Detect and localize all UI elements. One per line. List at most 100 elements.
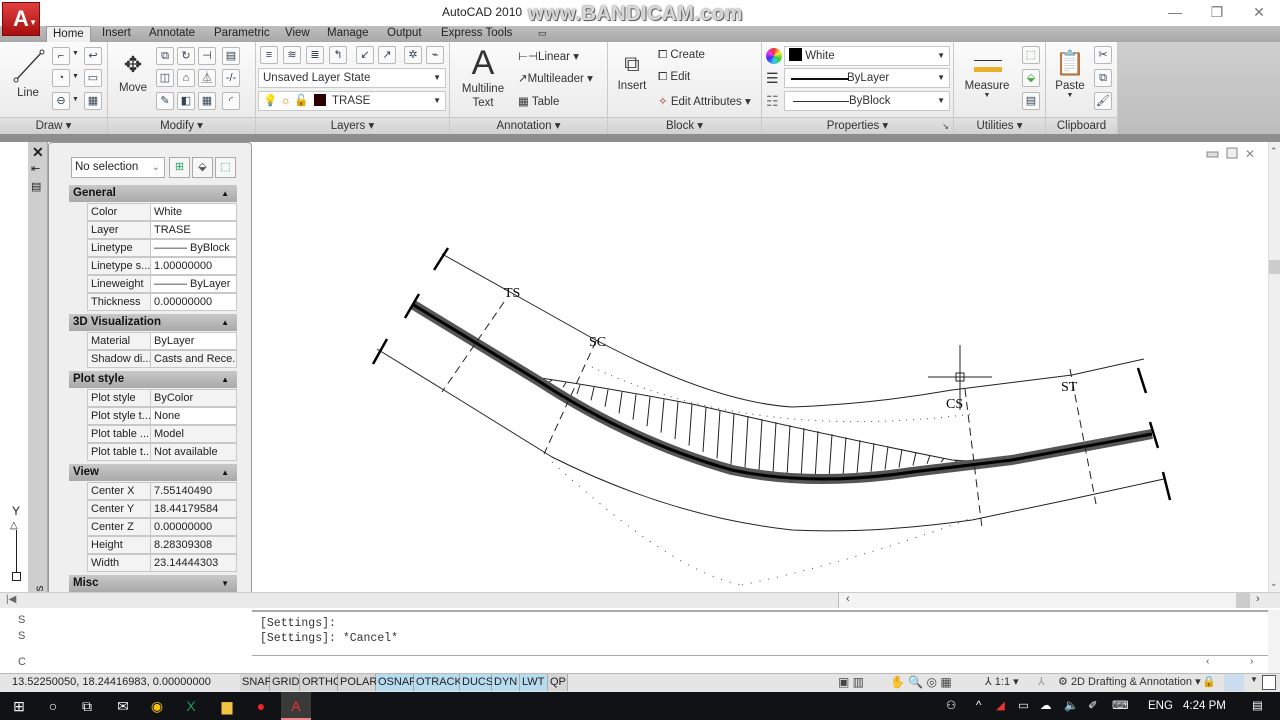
property-row[interactable]: Plot style t... None: [87, 407, 237, 425]
horizontal-scrollbar[interactable]: |◀ ‹ ›: [0, 592, 1280, 608]
move-button[interactable]: ✥ Move: [114, 48, 152, 94]
tab-annotate[interactable]: Annotate: [143, 26, 201, 42]
navigation-icons[interactable]: ✋ 🔍 ◎ ▦: [890, 675, 952, 689]
application-menu-button[interactable]: A ▼: [2, 2, 40, 36]
property-value[interactable]: ByColor: [151, 389, 237, 407]
chevron-down-icon[interactable]: ▼: [72, 96, 79, 103]
match-brush-icon[interactable]: 🖌: [1094, 92, 1112, 110]
property-value[interactable]: Model: [151, 425, 237, 443]
property-row[interactable]: Height 8.28309308: [87, 536, 237, 554]
tab-insert[interactable]: Insert: [96, 26, 137, 42]
property-row[interactable]: Width 23.14444303: [87, 554, 237, 572]
block-panel-title[interactable]: Block ▾: [608, 117, 761, 134]
drawing-canvas[interactable]: TS SC CS ST ✕: [252, 142, 1268, 592]
language-indicator[interactable]: ENG: [1148, 692, 1173, 720]
draw-panel-title[interactable]: Draw ▾: [0, 117, 107, 134]
action-center-icon[interactable]: ▤: [1252, 692, 1263, 720]
tab-express-tools[interactable]: Express Tools: [435, 26, 518, 42]
table-button[interactable]: ▦ Table: [518, 94, 559, 108]
hardware-acceleration-icon[interactable]: [1224, 674, 1244, 691]
mirror-icon[interactable]: ⏅: [198, 69, 216, 87]
network-icon[interactable]: ◢: [996, 692, 1005, 720]
multiline-text-button[interactable]: A Multiline Text: [458, 44, 508, 110]
polyline-icon[interactable]: ⌐: [52, 47, 70, 65]
tab-view[interactable]: View: [279, 26, 316, 42]
trim-icon[interactable]: ⊣: [198, 47, 216, 65]
layers-panel-title[interactable]: Layers ▾: [256, 117, 449, 134]
clean-screen-icon[interactable]: [1262, 675, 1276, 690]
edit-attributes-button[interactable]: ✧ Edit Attributes ▾: [658, 94, 751, 108]
linear-dimension-button[interactable]: ⊢⊣Linear ▾: [518, 49, 579, 63]
model-layout-icons[interactable]: ▣ ▥: [838, 675, 864, 689]
property-value[interactable]: Not available: [151, 443, 237, 461]
utilities-panel-title[interactable]: Utilities ▾: [954, 117, 1045, 134]
tab-home[interactable]: Home: [46, 26, 91, 42]
close-button[interactable]: ✕: [1244, 4, 1274, 21]
property-row[interactable]: Material ByLayer: [87, 332, 237, 350]
edit-block-button[interactable]: ⧠ Edit: [658, 71, 690, 84]
rotate-icon[interactable]: ↻: [177, 47, 195, 65]
search-icon[interactable]: ○: [38, 692, 68, 720]
property-value[interactable]: 8.28309308: [151, 536, 237, 554]
erase-icon[interactable]: ▤: [222, 47, 240, 65]
property-row[interactable]: Layer TRASE: [87, 221, 237, 239]
ellipse-icon[interactable]: ⊖: [52, 92, 70, 110]
toggle-lwt[interactable]: LWT: [520, 674, 548, 691]
3d-copy-icon[interactable]: ◧: [177, 92, 195, 110]
autocad-taskbar-icon[interactable]: A: [281, 692, 311, 720]
property-row[interactable]: Linetype s... 1.00000000: [87, 257, 237, 275]
file-explorer-icon[interactable]: ▆: [212, 692, 242, 720]
array-icon[interactable]: ▦: [198, 92, 216, 110]
layer-change-icon[interactable]: ↰: [329, 46, 347, 64]
copy-icon[interactable]: ⧉: [156, 47, 174, 65]
keyboard-icon[interactable]: ⌨: [1112, 692, 1129, 720]
multileader-button[interactable]: ↗Multileader ▾: [518, 71, 593, 85]
property-row[interactable]: Lineweight ——— ByLayer: [87, 275, 237, 293]
tray-chevron-icon[interactable]: ^: [976, 692, 981, 720]
property-value[interactable]: 1.00000000: [151, 257, 237, 275]
section-3d-visualization[interactable]: 3D Visualization ▲: [69, 314, 237, 331]
section-general[interactable]: General ▲: [69, 185, 237, 202]
modify-panel-title[interactable]: Modify ▾: [108, 117, 255, 134]
people-icon[interactable]: ⚇: [946, 692, 956, 720]
onedrive-icon[interactable]: ☁: [1040, 692, 1052, 720]
property-row[interactable]: Center Z 0.00000000: [87, 518, 237, 536]
match-properties-icon[interactable]: ✎: [156, 92, 174, 110]
layer-next-icon[interactable]: ↗: [378, 46, 396, 64]
property-value[interactable]: 7.55140490: [151, 482, 237, 500]
selection-dropdown[interactable]: No selection ⌄: [71, 157, 165, 178]
property-value[interactable]: ByLayer: [151, 332, 237, 350]
toggle-dyn[interactable]: DYN: [492, 674, 520, 691]
fillet-icon[interactable]: ⌂: [177, 69, 195, 87]
mail-icon[interactable]: ✉: [108, 692, 138, 720]
toggle-osnap[interactable]: OSNAP: [376, 674, 417, 691]
task-view-icon[interactable]: ⧉: [72, 692, 102, 720]
clock[interactable]: 4:24 PM: [1183, 692, 1226, 720]
property-row[interactable]: Shadow di... Casts and Rece...: [87, 350, 237, 368]
property-row[interactable]: Color White: [87, 203, 237, 221]
layer-properties-icon[interactable]: ≡: [260, 46, 278, 64]
color-dropdown[interactable]: White ▼: [784, 46, 950, 66]
clipboard-panel-title[interactable]: Clipboard: [1046, 117, 1117, 134]
property-row[interactable]: Center Y 18.44179584: [87, 500, 237, 518]
minimize-button[interactable]: —: [1160, 4, 1190, 20]
layer-previous-icon[interactable]: ↙: [356, 46, 374, 64]
property-row[interactable]: Center X 7.55140490: [87, 482, 237, 500]
property-value[interactable]: Casts and Rece...: [151, 350, 237, 368]
create-block-button[interactable]: ⧠ Create: [658, 49, 705, 62]
property-row[interactable]: Linetype ——— ByBlock: [87, 239, 237, 257]
lineweight-dropdown[interactable]: ByBlock ▼: [784, 91, 950, 111]
layer-isolate-icon[interactable]: ≋: [283, 46, 301, 64]
layer-lock-icon[interactable]: ⌁: [426, 46, 444, 64]
ribbon-minimize-toggle-icon[interactable]: ▭: [532, 26, 553, 42]
tab-parametric[interactable]: Parametric: [208, 26, 276, 42]
cut-icon[interactable]: ✂: [1094, 46, 1112, 64]
property-row[interactable]: Thickness 0.00000000: [87, 293, 237, 311]
measure-button[interactable]: Measure ▼: [962, 50, 1012, 99]
close-palette-icon[interactable]: ✕: [32, 144, 44, 161]
toggle-otrack[interactable]: OTRACK: [414, 674, 462, 691]
property-value[interactable]: 18.44179584: [151, 500, 237, 518]
chrome-icon[interactable]: ◉: [142, 692, 172, 720]
toggle-pickadd-icon[interactable]: ⊞: [169, 157, 190, 178]
chevron-down-icon[interactable]: ▼: [72, 50, 79, 57]
